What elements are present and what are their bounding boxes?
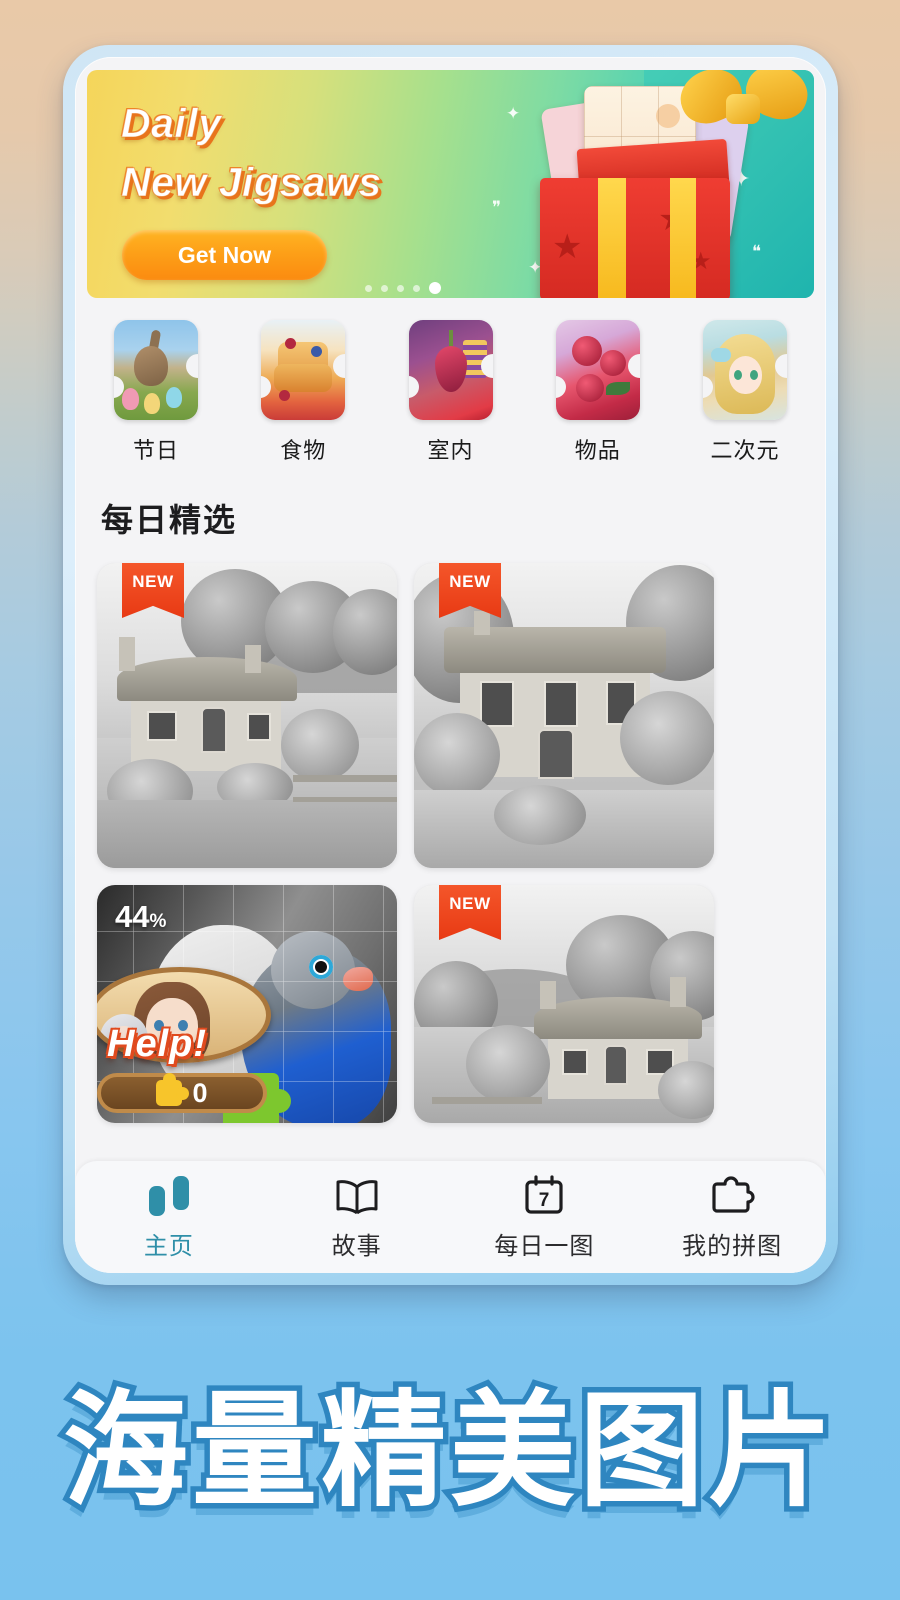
category-item-holiday[interactable]: 节日: [93, 320, 219, 465]
category-label: 物品: [574, 438, 621, 463]
carousel-dot-active[interactable]: [429, 282, 441, 294]
get-now-button[interactable]: Get Now: [122, 230, 327, 280]
category-item-anime[interactable]: 二次元: [682, 320, 808, 465]
promo-banner-carousel[interactable]: ✦ ❞ ✦ ❝ ✦ ★ ★ ★ Daily New Jigsaws Get No…: [87, 70, 814, 298]
banner-title-line1: Daily: [121, 100, 222, 147]
category-label: 室内: [427, 438, 474, 463]
progress-suffix: %: [149, 911, 167, 932]
category-item-objects[interactable]: 物品: [535, 320, 661, 465]
calendar-day-number: 7: [539, 1190, 550, 1211]
coin-count: 0: [192, 1077, 208, 1108]
puzzle-card[interactable]: NEW: [414, 563, 714, 868]
help-widget[interactable]: Help! 0: [97, 967, 289, 1113]
tab-my-puzzles[interactable]: 我的拼图: [638, 1174, 826, 1261]
category-food-icon: [261, 320, 346, 420]
puzzle-card-in-progress[interactable]: 44% Help! 0: [97, 885, 397, 1123]
tab-home[interactable]: 主页: [75, 1174, 263, 1261]
carousel-dot[interactable]: [381, 284, 388, 292]
tab-label: 我的拼图: [682, 1232, 783, 1260]
category-anime-icon: [703, 320, 787, 420]
category-row: 节日 食物 室内 物品 二次元: [75, 298, 826, 465]
tab-label: 故事: [331, 1232, 382, 1260]
category-holiday-icon: [114, 320, 198, 420]
coin-counter: 0: [97, 1073, 267, 1113]
tab-label: 主页: [143, 1232, 194, 1260]
category-objects-icon: [555, 320, 640, 420]
calendar-icon: 7: [523, 1174, 565, 1216]
puzzle-card[interactable]: NEW: [97, 563, 397, 868]
new-badge-label: NEW: [449, 572, 491, 591]
tab-story[interactable]: 故事: [263, 1174, 451, 1261]
new-badge-label: NEW: [132, 572, 174, 591]
home-icon: [147, 1174, 191, 1216]
carousel-dot[interactable]: [365, 284, 372, 292]
category-label: 节日: [132, 438, 179, 463]
progress-value: 44: [115, 899, 150, 934]
carousel-dot[interactable]: [397, 284, 404, 292]
bottom-tab-bar: 主页 故事 7 每日一图 我的拼图: [75, 1161, 826, 1273]
section-title-daily: 每日精选: [101, 502, 238, 538]
app-screen: ✦ ❞ ✦ ❝ ✦ ★ ★ ★ Daily New Jigsaws Get No…: [75, 57, 826, 1273]
category-item-interior[interactable]: 室内: [388, 320, 514, 465]
puzzle-card[interactable]: NEW: [414, 885, 714, 1123]
daily-puzzle-grid: NEW NEW 44% Help! 0 NEW: [75, 541, 826, 1123]
tab-daily-image[interactable]: 7 每日一图: [451, 1174, 639, 1261]
help-label: Help!: [107, 1023, 207, 1065]
promo-headline: 海量精美图片: [58, 1382, 839, 1521]
phone-mockup-frame: ✦ ❞ ✦ ❝ ✦ ★ ★ ★ Daily New Jigsaws Get No…: [63, 45, 838, 1285]
puzzle-coin-icon: [156, 1073, 190, 1106]
category-label: 食物: [280, 438, 327, 463]
banner-title-line2: New Jigsaws: [121, 158, 382, 205]
carousel-dots[interactable]: [365, 282, 441, 294]
new-badge-label: NEW: [449, 894, 491, 913]
tab-label: 每日一图: [494, 1232, 595, 1260]
puzzle-progress-percent: 44%: [115, 899, 166, 935]
category-label: 二次元: [710, 438, 780, 463]
book-icon: [334, 1174, 380, 1216]
puzzle-piece-icon: [709, 1174, 755, 1216]
carousel-dot[interactable]: [413, 284, 420, 292]
banner-title: Daily New Jigsaws: [121, 96, 551, 209]
category-item-food[interactable]: 食物: [240, 320, 366, 465]
category-interior-icon: [408, 320, 493, 420]
